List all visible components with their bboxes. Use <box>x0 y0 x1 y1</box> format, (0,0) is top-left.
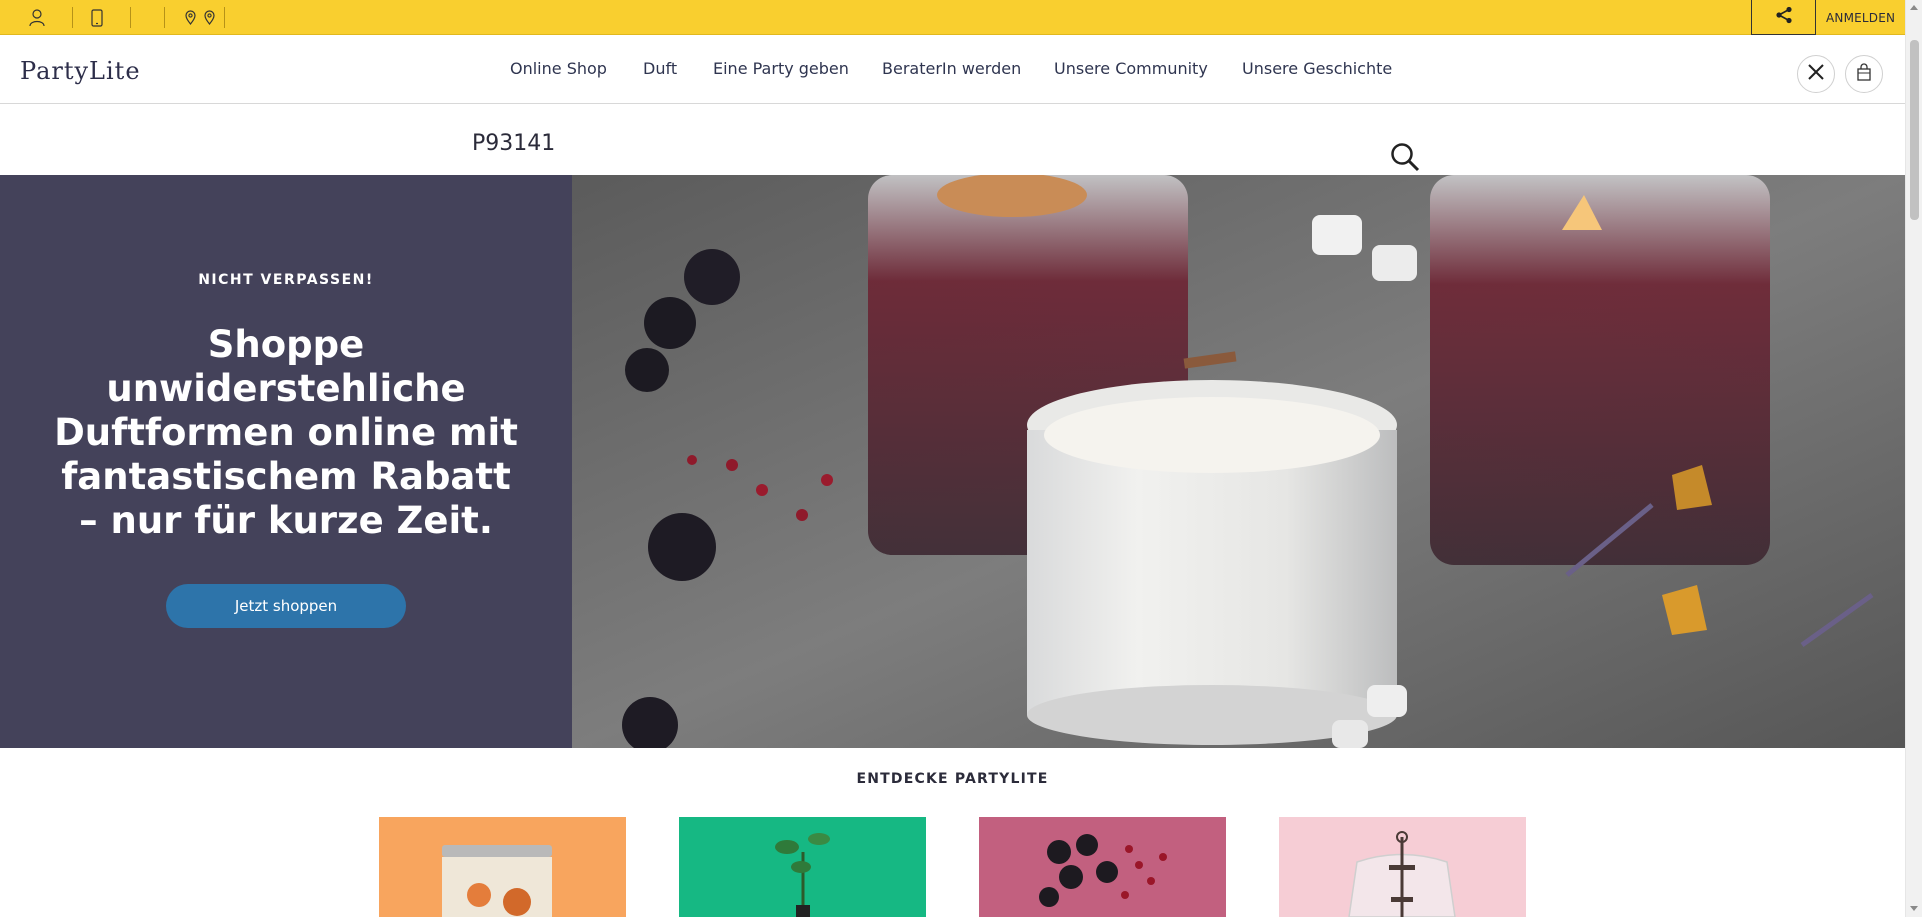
map-pin-icon[interactable] <box>182 0 198 35</box>
cart-button[interactable] <box>1845 55 1883 93</box>
divider <box>72 7 73 28</box>
mobile-icon[interactable] <box>82 0 112 35</box>
nav-item-duft[interactable]: Duft <box>643 59 677 78</box>
search-input[interactable] <box>470 126 1370 160</box>
hero-eyebrow: NICHT VERPASSEN! <box>198 272 374 288</box>
discover-tile[interactable] <box>379 817 626 917</box>
hero-banner: NICHT VERPASSEN! Shoppe unwiderstehliche… <box>0 175 1905 748</box>
main-header: PartyLite Online Shop Duft Eine Party ge… <box>0 35 1905 104</box>
page-scrollbar[interactable] <box>1905 0 1922 917</box>
share-icon <box>1775 6 1793 28</box>
divider <box>130 7 131 28</box>
nav-item-online-shop[interactable]: Online Shop <box>510 59 607 78</box>
shopping-bag-icon <box>1856 63 1872 85</box>
close-search-button[interactable] <box>1797 55 1835 93</box>
search-bar <box>0 112 1905 175</box>
share-button[interactable] <box>1751 0 1816 35</box>
login-link[interactable]: ANMELDEN <box>1826 0 1895 35</box>
nav-item-party-geben[interactable]: Eine Party geben <box>713 59 849 78</box>
divider <box>164 7 165 28</box>
search-icon[interactable] <box>1390 142 1420 176</box>
discover-tile[interactable] <box>679 817 926 917</box>
divider <box>224 7 225 28</box>
utility-bar: ANMELDEN <box>0 0 1905 35</box>
close-icon <box>1807 63 1825 85</box>
nav-item-beraterin-werden[interactable]: BeraterIn werden <box>882 59 1021 78</box>
nav-item-unsere-geschichte[interactable]: Unsere Geschichte <box>1242 59 1392 78</box>
scroll-thumb[interactable] <box>1910 40 1919 220</box>
scroll-up-arrow-icon[interactable] <box>1910 5 1918 10</box>
hero-image <box>572 175 1905 748</box>
discover-tile[interactable] <box>979 817 1226 917</box>
hero-text-panel: NICHT VERPASSEN! Shoppe unwiderstehliche… <box>0 175 572 748</box>
scroll-down-arrow-icon[interactable] <box>1910 906 1918 911</box>
map-pin-icon[interactable] <box>201 0 217 35</box>
nav-item-unsere-community[interactable]: Unsere Community <box>1054 59 1208 78</box>
main-nav: Online Shop Duft Eine Party geben Berate… <box>0 35 1905 104</box>
user-icon[interactable] <box>22 0 52 35</box>
discover-title: ENTDECKE PARTYLITE <box>856 771 1049 787</box>
hero-title: Shoppe unwiderstehliche Duftformen onlin… <box>54 323 518 542</box>
discover-tile[interactable] <box>1279 817 1526 917</box>
shop-now-button[interactable]: Jetzt shoppen <box>166 584 406 628</box>
